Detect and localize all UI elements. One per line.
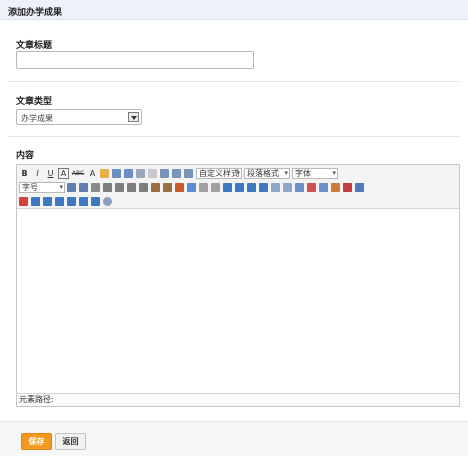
unordered-list-icon[interactable] xyxy=(124,169,133,178)
indent-block-icon[interactable] xyxy=(91,183,100,192)
element-path-label: 元素路径: xyxy=(19,395,54,404)
font-family-dropdown[interactable]: 字体 xyxy=(292,168,338,179)
page-title: 添加办学成果 xyxy=(8,8,63,18)
merge-cells-icon[interactable] xyxy=(19,197,28,206)
unlink-icon[interactable] xyxy=(199,183,208,192)
link-insert-icon[interactable] xyxy=(187,183,196,192)
toolbar-row-2: 字号 xyxy=(19,181,367,194)
link-icon[interactable] xyxy=(136,169,145,178)
image-center-icon[interactable] xyxy=(247,183,256,192)
strikethrough-button[interactable]: ABC xyxy=(71,168,85,179)
case-lower-icon[interactable] xyxy=(163,183,172,192)
delete-col-icon[interactable] xyxy=(343,183,352,192)
merge-down-icon[interactable] xyxy=(43,197,52,206)
save-button[interactable]: 保存 xyxy=(21,433,52,450)
delete-row-icon[interactable] xyxy=(331,183,340,192)
divider xyxy=(8,81,460,82)
clear-format-icon[interactable] xyxy=(148,169,157,178)
ordered-list-icon[interactable] xyxy=(112,169,121,178)
font-color-button[interactable]: A xyxy=(87,168,98,179)
element-path-bar: 元素路径: xyxy=(17,393,459,406)
image-left-icon[interactable] xyxy=(223,183,232,192)
split-cols-icon[interactable] xyxy=(79,197,88,206)
align-right-icon[interactable] xyxy=(127,183,136,192)
page-header: 添加办学成果 xyxy=(0,0,468,20)
split-rows-icon[interactable] xyxy=(67,197,76,206)
editor-toolbar: B I U A ABC A 自定义样式 段落格式 字体 字号 xyxy=(17,165,459,209)
rich-text-editor[interactable]: B I U A ABC A 自定义样式 段落格式 字体 字号 xyxy=(16,164,460,407)
indent-icon[interactable] xyxy=(184,169,193,178)
type-select[interactable]: 办学成果 xyxy=(16,109,142,125)
type-label: 文章类型 xyxy=(16,97,53,107)
title-input[interactable] xyxy=(16,51,254,69)
split-cells-icon[interactable] xyxy=(55,197,64,206)
line-height-icon[interactable] xyxy=(172,169,181,178)
editor-content-area[interactable] xyxy=(17,210,459,393)
back-button[interactable]: 返回 xyxy=(55,433,86,450)
toolbar-row-3 xyxy=(19,195,115,208)
type-select-value: 办学成果 xyxy=(21,114,53,123)
chevron-down-icon[interactable] xyxy=(128,112,139,122)
row-spacing-icon[interactable] xyxy=(160,169,169,178)
merge-right-icon[interactable] xyxy=(31,197,40,206)
align-justify-icon[interactable] xyxy=(139,183,148,192)
title-label: 文章标题 xyxy=(16,41,53,51)
italic-button[interactable]: I xyxy=(32,168,43,179)
rtl-icon[interactable] xyxy=(79,183,88,192)
ltr-icon[interactable] xyxy=(67,183,76,192)
table-icon[interactable] xyxy=(295,183,304,192)
emotion-icon[interactable] xyxy=(271,183,280,192)
align-left-icon[interactable] xyxy=(103,183,112,192)
custom-style-dropdown[interactable]: 自定义样式 xyxy=(196,168,242,179)
align-center-icon[interactable] xyxy=(115,183,124,192)
font-size-dropdown[interactable]: 字号 xyxy=(19,182,65,193)
search-icon[interactable] xyxy=(103,197,112,206)
delete-table-icon[interactable] xyxy=(307,183,316,192)
content-label: 内容 xyxy=(16,151,35,161)
font-border-button[interactable]: A xyxy=(58,168,69,179)
insert-col-icon[interactable] xyxy=(355,183,364,192)
paragraph-format-dropdown[interactable]: 段落格式 xyxy=(244,168,290,179)
image-icon[interactable] xyxy=(175,183,184,192)
table-props-icon[interactable] xyxy=(91,197,100,206)
divider xyxy=(8,136,460,137)
insert-row-icon[interactable] xyxy=(319,183,328,192)
special-char-icon[interactable] xyxy=(283,183,292,192)
bold-button[interactable]: B xyxy=(19,168,30,179)
toolbar-row-1: B I U A ABC A 自定义样式 段落格式 字体 xyxy=(19,167,340,180)
highlight-icon[interactable] xyxy=(100,169,109,178)
anchor-icon[interactable] xyxy=(211,183,220,192)
underline-button[interactable]: U xyxy=(45,168,56,179)
image-right-icon[interactable] xyxy=(235,183,244,192)
case-upper-icon[interactable] xyxy=(151,183,160,192)
image-none-icon[interactable] xyxy=(259,183,268,192)
